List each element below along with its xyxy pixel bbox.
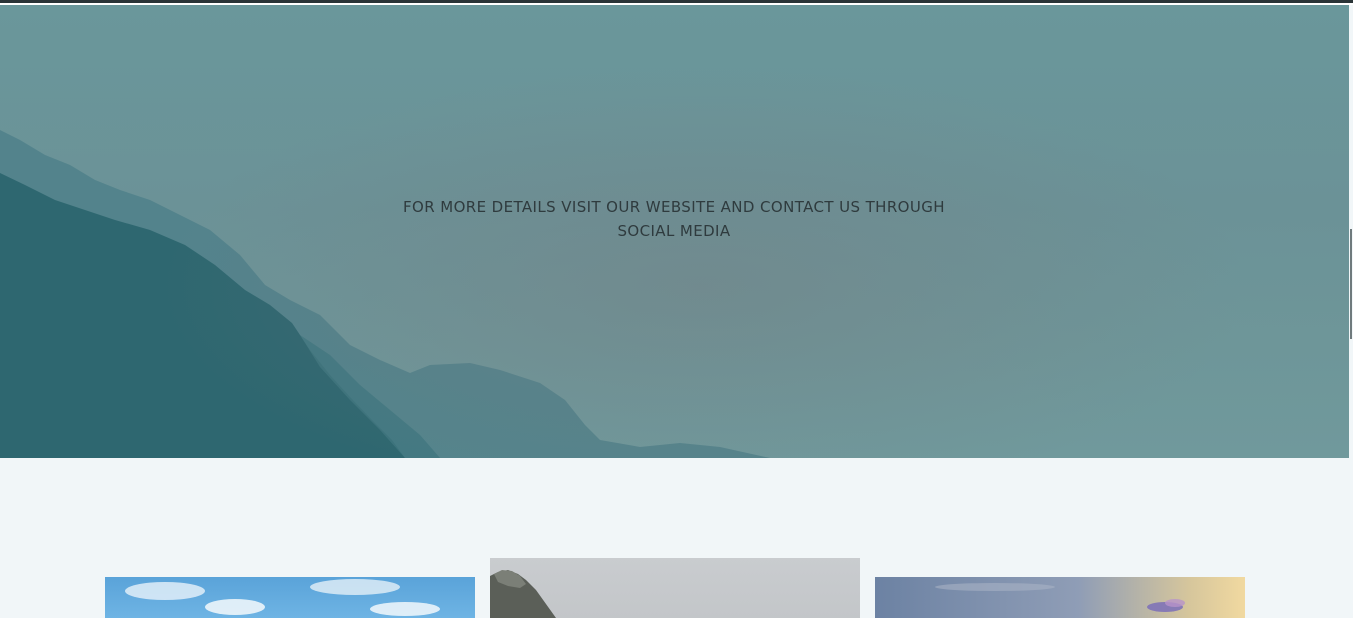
- hero-message-line2: SOCIAL MEDIA: [617, 222, 731, 240]
- gallery-image-cliff[interactable]: [490, 558, 860, 618]
- cloud-image: [125, 579, 440, 616]
- scrollbar-thumb[interactable]: [1350, 229, 1352, 339]
- page: FOR MORE DETAILS VISIT OUR WEBSITE AND C…: [0, 0, 1353, 618]
- hero-message: FOR MORE DETAILS VISIT OUR WEBSITE AND C…: [374, 195, 974, 243]
- gallery-image-sky[interactable]: [105, 577, 475, 618]
- gallery-image-sunset[interactable]: [875, 577, 1245, 618]
- cliff-image: [490, 570, 556, 618]
- hero-message-line1: FOR MORE DETAILS VISIT OUR WEBSITE AND C…: [403, 198, 945, 216]
- sunset-image: [935, 583, 1185, 612]
- hero-banner: FOR MORE DETAILS VISIT OUR WEBSITE AND C…: [0, 5, 1349, 458]
